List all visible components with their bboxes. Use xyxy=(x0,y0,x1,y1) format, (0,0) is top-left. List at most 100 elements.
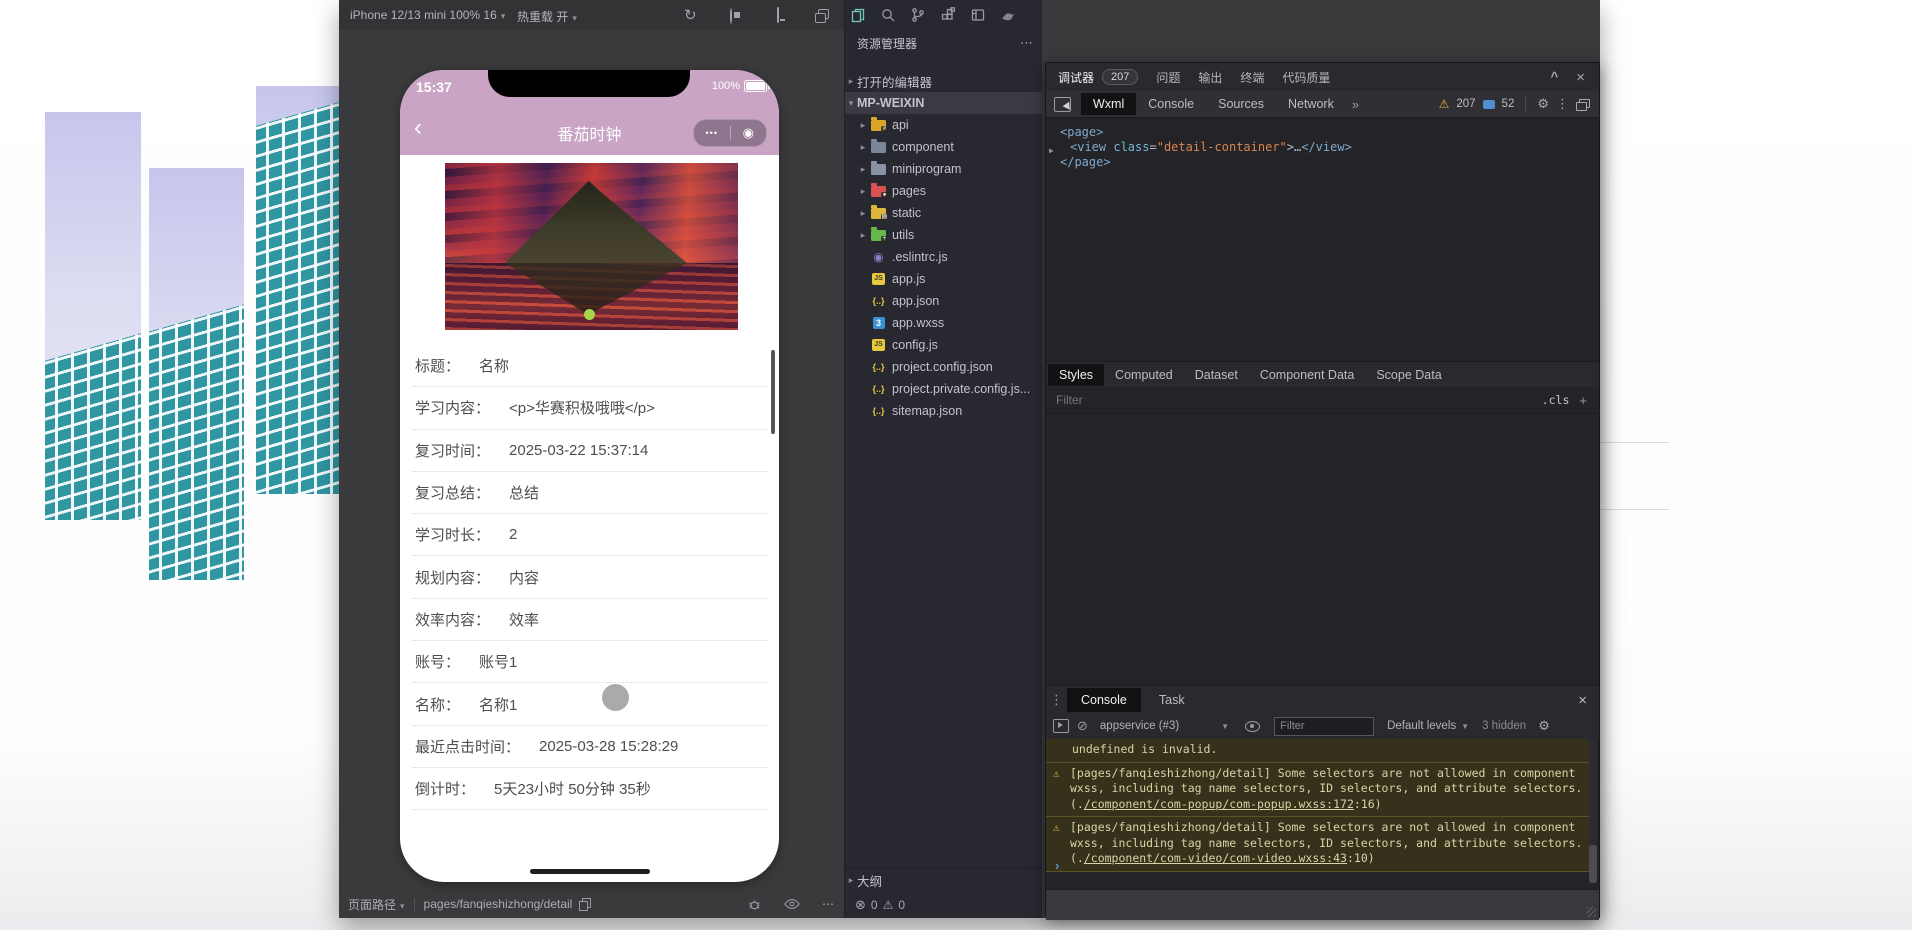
outline-section[interactable]: 大纲 xyxy=(845,868,1042,891)
styles-filter-row: Filter .cls xyxy=(1046,387,1599,414)
search-icon[interactable] xyxy=(879,6,896,23)
source-link[interactable]: /component/com-video/com-video.wxss:43 xyxy=(1084,851,1347,865)
settings-icon[interactable] xyxy=(1537,96,1549,112)
expand-arrow-icon[interactable]: ▶ xyxy=(1049,143,1054,158)
scrollbar-thumb[interactable] xyxy=(1589,845,1597,883)
execution-context-icon[interactable] xyxy=(1053,719,1069,733)
close-icon[interactable] xyxy=(1578,692,1587,709)
inspect-element-icon[interactable] xyxy=(1054,96,1071,112)
console-scrollbar[interactable] xyxy=(1589,739,1597,883)
console-warning: [pages/fanqieshizhong/detail] Some selec… xyxy=(1046,817,1591,872)
phone-scrollbar[interactable] xyxy=(771,350,775,434)
eye-icon[interactable] xyxy=(784,898,800,910)
tab-terminal[interactable]: 终端 xyxy=(1240,69,1264,86)
page-path-value[interactable]: pages/fanqieshizhong/detail xyxy=(424,897,573,911)
git-branch-icon[interactable] xyxy=(909,6,926,23)
tab-sources[interactable]: Sources xyxy=(1206,93,1276,115)
wxml-node[interactable]: </page> xyxy=(1060,155,1111,170)
message-count[interactable]: 52 xyxy=(1502,98,1515,110)
tab-styles[interactable]: Styles xyxy=(1048,364,1105,386)
console-prompt[interactable] xyxy=(1055,858,1059,873)
wxml-node[interactable]: <view class="detail-container">…</view> xyxy=(1070,140,1352,155)
tab-component-data[interactable]: Component Data xyxy=(1249,364,1366,386)
tab-dataset[interactable]: Dataset xyxy=(1184,364,1249,386)
panel-layout-icon[interactable] xyxy=(969,6,986,23)
kebab-menu-icon[interactable] xyxy=(1556,96,1569,112)
folder-api[interactable]: #api xyxy=(845,114,1042,136)
tab-scope-data[interactable]: Scope Data xyxy=(1365,364,1452,386)
folder-miniprogram[interactable]: miniprogram xyxy=(845,158,1042,180)
swiper-dot[interactable] xyxy=(583,309,595,320)
folder-static[interactable]: ▤static xyxy=(845,202,1042,224)
hot-reload-toggle[interactable]: 热重载 开 ▾ xyxy=(517,8,577,25)
file-project-private-config[interactable]: project.private.config.js... xyxy=(845,378,1042,400)
open-editors-section[interactable]: 打开的编辑器 xyxy=(845,70,1042,92)
close-icon[interactable] xyxy=(1576,69,1585,86)
device-selector[interactable]: iPhone 12/13 mini 100% 16 ▾ xyxy=(350,8,505,22)
tab-computed[interactable]: Computed xyxy=(1104,364,1184,386)
folder-component[interactable]: component xyxy=(845,136,1042,158)
tab-code-quality[interactable]: 代码质量 xyxy=(1282,69,1330,86)
detail-row: 账号： 账号1 xyxy=(412,641,768,684)
wxml-node[interactable]: <page> xyxy=(1060,125,1103,140)
json-icon xyxy=(871,404,886,418)
tab-debugger[interactable]: 调试器 xyxy=(1058,69,1095,93)
tab-network[interactable]: Network xyxy=(1276,93,1346,115)
folder-pages[interactable]: ●pages xyxy=(845,180,1042,202)
record-icon[interactable] xyxy=(730,8,732,24)
drag-handle-icon[interactable] xyxy=(1050,692,1063,708)
folder-icon: # xyxy=(871,116,888,133)
file-eslintrc[interactable]: .eslintrc.js xyxy=(845,246,1042,268)
warning-count[interactable]: 207 xyxy=(1456,98,1475,110)
file-app-wxss[interactable]: app.wxss xyxy=(845,312,1042,334)
detail-row: 标题： 名称 xyxy=(412,345,768,388)
minimize-icon[interactable] xyxy=(731,125,767,141)
file-config-js[interactable]: config.js xyxy=(845,334,1042,356)
more-icon[interactable] xyxy=(694,128,730,138)
copy-path-icon[interactable] xyxy=(579,898,592,911)
detail-list: 标题： 名称 学习内容： <p>华赛积极哦哦</p> 复习时间： 2025-03-22… xyxy=(412,345,768,811)
bug-icon[interactable] xyxy=(747,897,762,912)
context-selector[interactable]: appservice (#3) ▼ xyxy=(1100,720,1229,732)
extensions-icon[interactable] xyxy=(939,6,956,23)
more-icon[interactable] xyxy=(1020,35,1034,51)
console-settings-icon[interactable] xyxy=(1538,718,1550,734)
folder-icon: + xyxy=(871,226,888,243)
tab-output[interactable]: 输出 xyxy=(1198,69,1222,86)
clear-console-icon[interactable] xyxy=(1077,718,1088,734)
console-filter-input[interactable] xyxy=(1274,716,1375,736)
more-icon[interactable] xyxy=(822,897,834,911)
dock-icon[interactable] xyxy=(1576,98,1590,111)
file-app-json[interactable]: app.json xyxy=(845,290,1042,312)
tab-wxml[interactable]: Wxml xyxy=(1081,93,1137,115)
project-root[interactable]: MP-WEIXIN xyxy=(845,92,1042,114)
tab-console[interactable]: Console xyxy=(1136,93,1206,115)
problems-status[interactable]: 0 0 xyxy=(855,897,905,913)
folder-utils[interactable]: +utils xyxy=(845,224,1042,246)
source-link[interactable]: /component/com-popup/com-popup.wxss:172 xyxy=(1084,797,1354,811)
tab-task[interactable]: Task xyxy=(1145,688,1199,712)
refresh-icon[interactable] xyxy=(684,6,702,24)
page-path-selector[interactable]: 页面路径 ▾ xyxy=(348,896,405,913)
cls-button[interactable]: .cls xyxy=(1542,393,1570,407)
more-tabs-icon[interactable] xyxy=(1352,97,1359,112)
console-messages: undefined is invalid. [pages/fanqieshizh… xyxy=(1046,739,1591,872)
tab-console-bottom[interactable]: Console xyxy=(1067,688,1141,712)
capsule-menu[interactable] xyxy=(693,119,767,147)
log-levels-selector[interactable]: Default levels ▼ xyxy=(1387,720,1469,732)
detail-cover-image[interactable] xyxy=(445,163,738,330)
file-project-config[interactable]: project.config.json xyxy=(845,356,1042,378)
file-app-js[interactable]: app.js xyxy=(845,268,1042,290)
files-icon[interactable] xyxy=(849,6,866,23)
eye-icon[interactable] xyxy=(1245,720,1261,732)
collapse-icon[interactable] xyxy=(1551,69,1559,86)
js-icon xyxy=(871,272,886,286)
device-view-icon[interactable] xyxy=(777,7,779,23)
file-sitemap-json[interactable]: sitemap.json xyxy=(845,400,1042,422)
resize-grip[interactable] xyxy=(1586,907,1596,917)
styles-filter-input[interactable]: Filter xyxy=(1056,393,1083,407)
add-style-icon[interactable] xyxy=(1579,393,1587,408)
plugin-bird-icon[interactable] xyxy=(999,6,1016,23)
hidden-count[interactable]: 3 hidden xyxy=(1482,720,1526,732)
tab-problems[interactable]: 问题 xyxy=(1156,69,1180,86)
